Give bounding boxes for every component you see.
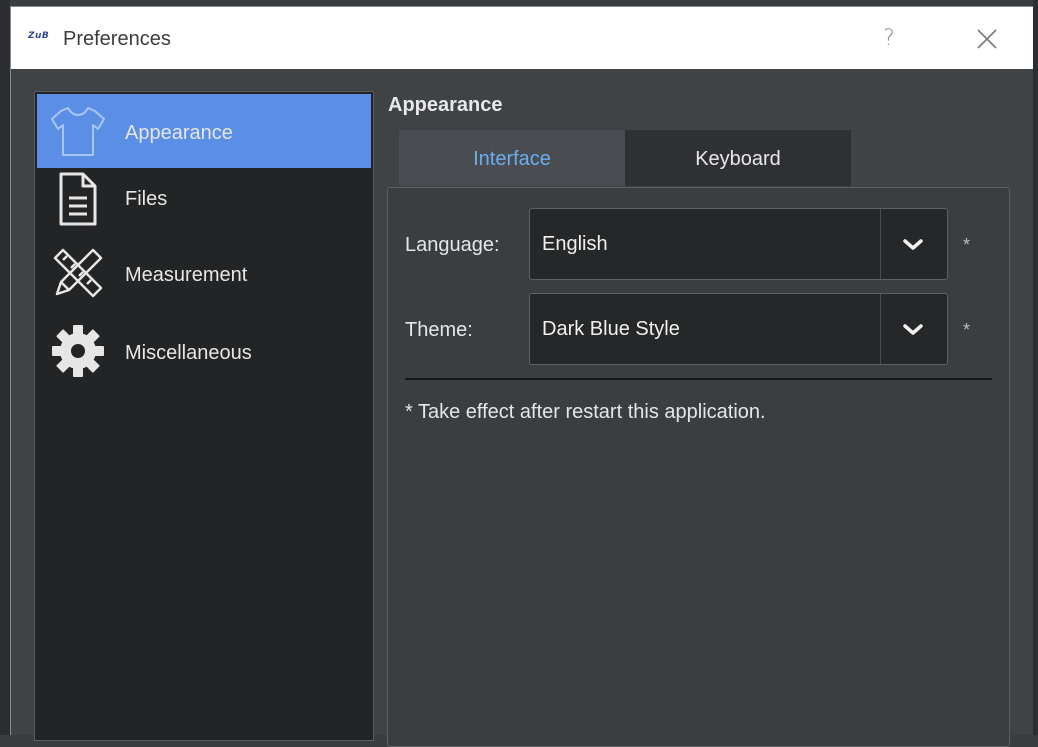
background-left — [0, 0, 10, 735]
app-logo: ZuB — [28, 31, 50, 41]
tab-interface[interactable]: Interface — [399, 130, 625, 186]
section-title: Appearance — [388, 94, 503, 116]
close-button[interactable] — [967, 21, 1007, 57]
document-icon — [59, 172, 97, 226]
theme-value: Dark Blue Style — [542, 318, 680, 340]
title-bar[interactable]: ZuB Preferences ? — [11, 7, 1033, 69]
sidebar-item-miscellaneous[interactable]: Miscellaneous — [37, 320, 371, 394]
language-select[interactable]: English — [529, 208, 948, 280]
gear-icon — [52, 325, 104, 377]
chevron-down-icon — [903, 239, 923, 250]
theme-label: Theme: — [405, 319, 473, 341]
chevron-down-icon — [903, 324, 923, 335]
combo-separator — [880, 294, 881, 364]
language-value: English — [542, 233, 608, 255]
tab-keyboard[interactable]: Keyboard — [625, 130, 851, 186]
shirt-icon — [51, 107, 105, 156]
sidebar-item-label: Measurement — [125, 264, 248, 286]
language-restart-mark: * — [963, 235, 971, 255]
sidebar-item-label: Miscellaneous — [125, 342, 252, 364]
close-icon — [977, 29, 997, 49]
combo-separator — [880, 209, 881, 279]
category-sidebar: Appearance Files Measurement Miscellaneo… — [34, 91, 374, 741]
sidebar-item-label: Appearance — [125, 122, 233, 144]
sidebar-item-label: Files — [125, 188, 168, 210]
sidebar-item-measurement[interactable]: Measurement — [37, 242, 371, 316]
divider — [405, 378, 992, 380]
pencil-ruler-icon — [53, 248, 103, 298]
language-label: Language: — [405, 234, 500, 256]
sidebar-item-files[interactable]: Files — [37, 168, 371, 242]
theme-restart-mark: * — [963, 320, 971, 340]
background-right — [1033, 0, 1038, 735]
theme-select[interactable]: Dark Blue Style — [529, 293, 948, 365]
preferences-dialog: ZuB Preferences ? Appearance Files Measu… — [10, 6, 1033, 747]
sidebar-item-appearance[interactable]: Appearance — [37, 94, 371, 168]
window-title: Preferences — [63, 28, 171, 50]
restart-note: * Take effect after restart this applica… — [405, 401, 766, 423]
interface-tab-panel: Language: English * Theme: Dark Blue Sty… — [387, 187, 1010, 747]
help-button[interactable]: ? — [869, 21, 909, 57]
